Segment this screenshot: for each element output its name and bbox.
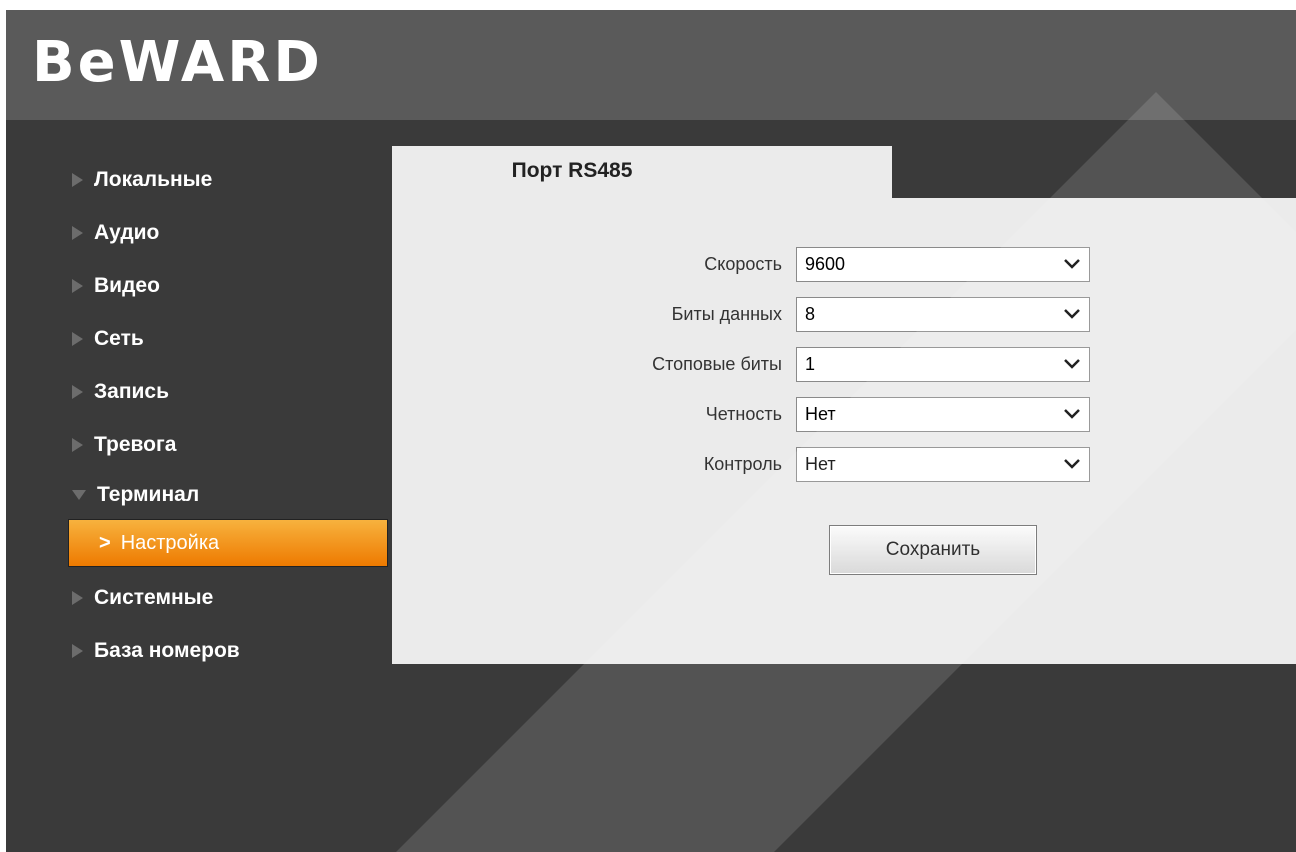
app-window: BeWARD Локальные Аудио Видео Сеть Запись… — [6, 10, 1296, 852]
flow-control-select[interactable]: Нет — [796, 447, 1090, 482]
sidebar-item-numbers-db[interactable]: База номеров — [72, 631, 372, 671]
sidebar-subitem-settings[interactable]: > Настройка — [68, 519, 388, 567]
speed-select[interactable]: 9600 — [796, 247, 1090, 282]
sidebar-item-label: Системные — [94, 586, 214, 609]
sidebar-item-alarm[interactable]: Тревога — [72, 425, 372, 465]
sidebar-item-label: Локальные — [94, 168, 213, 191]
triangle-right-icon — [72, 173, 83, 187]
select-value: 1 — [805, 354, 816, 374]
chevron-down-icon — [1064, 359, 1080, 369]
header-bar: BeWARD — [6, 10, 1296, 120]
chevron-down-icon — [1064, 259, 1080, 269]
sidebar-item-video[interactable]: Видео — [72, 266, 372, 306]
tab-label: Порт RS485 — [511, 159, 633, 182]
sidebar-item-label: Тревога — [94, 433, 177, 456]
sidebar-item-label: Сеть — [94, 327, 144, 350]
chevron-right-icon: > — [99, 531, 111, 554]
field-label: Четность — [705, 404, 782, 424]
stop-bits-select[interactable]: 1 — [796, 347, 1090, 382]
sidebar: Локальные Аудио Видео Сеть Запись Тревог… — [6, 120, 390, 852]
sidebar-item-record[interactable]: Запись — [72, 372, 372, 412]
sidebar-subitem-label: Настройка — [120, 531, 220, 554]
select-value: Нет — [805, 404, 836, 424]
data-bits-select[interactable]: 8 — [796, 297, 1090, 332]
sidebar-item-audio[interactable]: Аудио — [72, 213, 372, 253]
settings-panel: Скорость 9600 Биты данных 8 Стоповые бит… — [392, 198, 1296, 664]
beward-logo: BeWARD — [32, 30, 323, 95]
triangle-right-icon — [72, 438, 83, 452]
triangle-right-icon — [72, 279, 83, 293]
parity-select[interactable]: Нет — [796, 397, 1090, 432]
form-row-flow-control: Контроль Нет — [392, 444, 1296, 484]
sidebar-item-label: База номеров — [94, 639, 240, 662]
chevron-down-icon — [1064, 459, 1080, 469]
select-value: 9600 — [805, 254, 846, 274]
field-label: Контроль — [703, 454, 782, 474]
form-row-stop-bits: Стоповые биты 1 — [392, 344, 1296, 384]
field-label: Стоповые биты — [652, 354, 782, 374]
triangle-down-icon — [72, 490, 86, 500]
chevron-down-icon — [1064, 309, 1080, 319]
select-value: 8 — [805, 304, 816, 324]
chevron-down-icon — [1064, 409, 1080, 419]
triangle-right-icon — [72, 385, 83, 399]
sidebar-item-label: Терминал — [97, 483, 200, 506]
sidebar-item-system[interactable]: Системные — [72, 578, 372, 618]
triangle-right-icon — [72, 591, 83, 605]
sidebar-item-local[interactable]: Локальные — [72, 160, 372, 200]
field-label: Биты данных — [671, 304, 782, 324]
sidebar-item-network[interactable]: Сеть — [72, 319, 372, 359]
triangle-right-icon — [72, 226, 83, 240]
form-row-data-bits: Биты данных 8 — [392, 294, 1296, 334]
form-row-parity: Четность Нет — [392, 394, 1296, 434]
save-button[interactable]: Сохранить — [829, 525, 1037, 575]
select-value: Нет — [805, 454, 836, 474]
form-row-speed: Скорость 9600 — [392, 244, 1296, 284]
triangle-right-icon — [72, 332, 83, 346]
sidebar-item-terminal[interactable]: Терминал — [72, 475, 372, 515]
sidebar-item-label: Запись — [94, 380, 170, 403]
triangle-right-icon — [72, 644, 83, 658]
tab-rs485[interactable]: Порт RS485 — [392, 146, 892, 198]
sidebar-item-label: Аудио — [94, 221, 160, 244]
sidebar-item-label: Видео — [94, 274, 160, 297]
field-label: Скорость — [704, 254, 782, 274]
